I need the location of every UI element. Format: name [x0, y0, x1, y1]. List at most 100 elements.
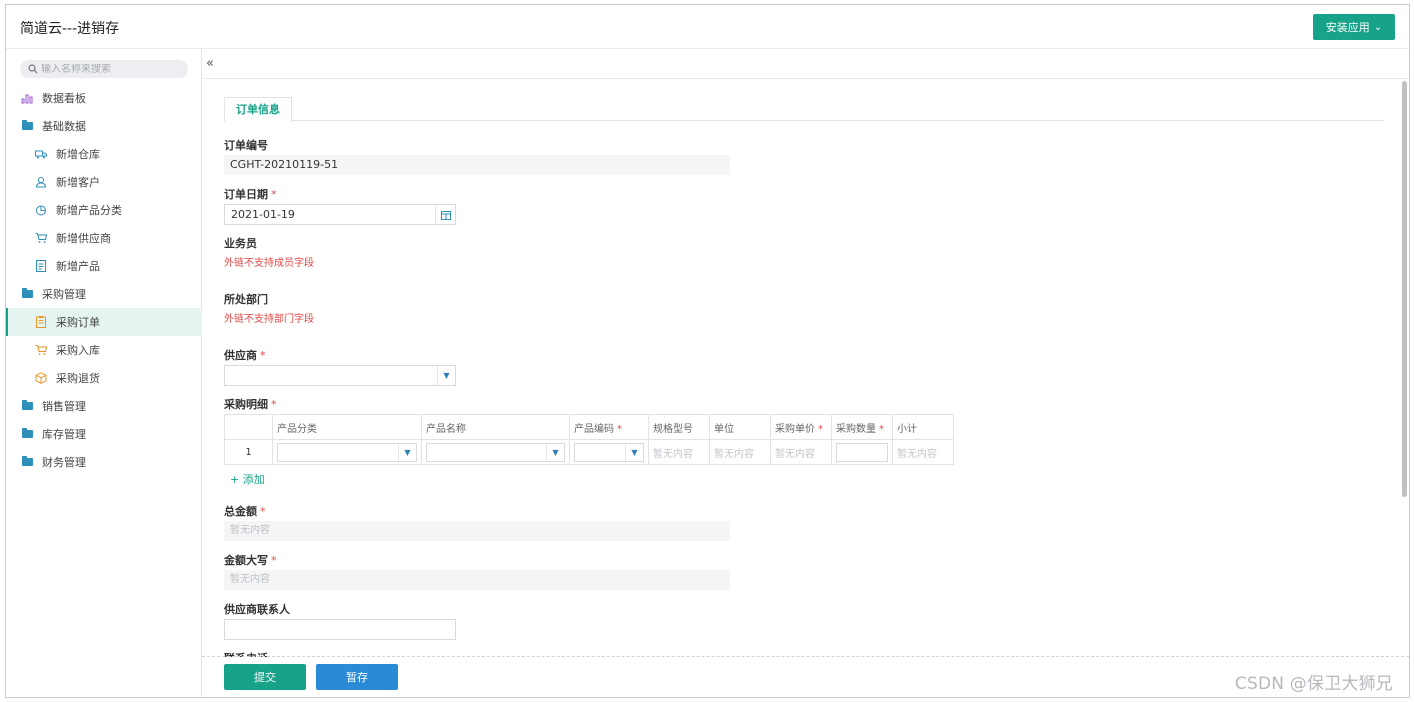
detail-label: 采购明细 * [224, 398, 277, 411]
table-header: 产品编码 * [569, 414, 649, 440]
product-code-select[interactable]: ▼ [574, 442, 644, 462]
collapse-bar: « [202, 49, 1409, 79]
folder-icon [21, 428, 33, 440]
table-header: 小计 [892, 414, 954, 440]
sidebar-item-label: 新增供应商 [56, 232, 111, 245]
search-icon [28, 64, 38, 74]
sidebar-item-label: 销售管理 [42, 400, 86, 413]
truck-icon [35, 148, 47, 160]
product-name-select[interactable]: ▼ [426, 442, 565, 462]
add-row-button[interactable]: + 添加 [230, 471, 265, 487]
unit-price-cell: 暂无内容 [770, 439, 832, 465]
sidebar-item-basic-data[interactable]: 基础数据 [6, 112, 202, 140]
sidebar-menu: 数据看板 基础数据 新增仓库 新增客户 新增产品分类 新增供应商 新增产品 采购… [6, 84, 202, 476]
total-label: 总金额 * [224, 505, 266, 518]
dropdown-arrow-icon: ▼ [437, 366, 455, 385]
sidebar-item-label: 基础数据 [42, 120, 86, 133]
doc-icon [35, 260, 47, 272]
order-no-label: 订单编号 [224, 139, 268, 152]
sidebar-item-dashboard[interactable]: 数据看板 [6, 84, 202, 112]
search-input[interactable] [41, 63, 181, 75]
order-form: 订单信息 订单编号 CGHT-20210119-51 订单日期 * 2021-01… [224, 97, 1384, 658]
box-icon [35, 372, 47, 384]
pie-icon [35, 204, 47, 216]
row-index: 1 [224, 439, 273, 465]
spec-cell: 暂无内容 [648, 439, 710, 465]
product-name-cell: ▼ [421, 439, 570, 465]
table-header-index [224, 414, 273, 440]
sidebar-item-label: 新增产品 [56, 260, 100, 273]
sidebar-item-new-supplier[interactable]: 新增供应商 [6, 224, 202, 252]
folder-icon [21, 400, 33, 412]
folder-icon [21, 120, 33, 132]
sidebar-item-label: 新增客户 [56, 176, 100, 189]
sidebar-item-finance-mgmt[interactable]: 财务管理 [6, 448, 202, 476]
order-date-label: 订单日期 * [224, 188, 277, 201]
app-title: 简道云---进销存 [20, 21, 120, 37]
dropdown-arrow-icon: ▼ [546, 443, 564, 461]
table-header: 产品名称 [421, 414, 570, 440]
contact-input[interactable] [224, 619, 456, 640]
sidebar-item-inventory-mgmt[interactable]: 库存管理 [6, 420, 202, 448]
sidebar-item-label: 采购退货 [56, 372, 100, 385]
dropdown-arrow-icon: ▼ [398, 443, 416, 461]
product-code-cell: ▼ [569, 439, 649, 465]
total-upper-value: 暂无内容 [224, 570, 730, 590]
sidebar-item-purchase-order[interactable]: 采购订单 [6, 308, 202, 336]
sidebar-item-label: 新增仓库 [56, 148, 100, 161]
table-header: 单位 [709, 414, 771, 440]
sidebar-item-label: 财务管理 [42, 456, 86, 469]
total-value: 暂无内容 [224, 521, 730, 541]
sidebar-item-label: 库存管理 [42, 428, 86, 441]
cart-icon [35, 344, 47, 356]
category-select[interactable]: ▼ [277, 442, 417, 462]
sidebar-item-new-warehouse[interactable]: 新增仓库 [6, 140, 202, 168]
dropdown-arrow-icon: ▼ [625, 443, 643, 461]
order-date-input[interactable]: 2021-01-19 [224, 204, 456, 225]
category-cell: ▼ [272, 439, 422, 465]
app-window: 简道云---进销存 安装应用 ⌄ 数据看板 基础数据 新增仓库 [5, 4, 1410, 698]
table-header-row: 产品分类 产品名称 产品编码 * 规格型号 单位 采购单价 * 采购数量 * 小计 [224, 414, 954, 440]
folder-icon [21, 288, 33, 300]
tab-order-info[interactable]: 订单信息 [224, 97, 292, 122]
bar-chart-icon [21, 92, 33, 104]
install-app-button[interactable]: 安装应用 ⌄ [1313, 14, 1395, 40]
collapse-sidebar-icon[interactable]: « [206, 56, 214, 71]
vertical-scrollbar[interactable] [1402, 81, 1407, 497]
form-footer: 提交 暂存 [202, 657, 1409, 697]
quantity-input[interactable] [836, 442, 888, 462]
sidebar-item-new-category[interactable]: 新增产品分类 [6, 196, 202, 224]
sidebar-item-sales-mgmt[interactable]: 销售管理 [6, 392, 202, 420]
sidebar-item-new-product[interactable]: 新增产品 [6, 252, 202, 280]
sidebar-item-label: 新增产品分类 [56, 204, 122, 217]
install-app-label: 安装应用 [1325, 21, 1370, 34]
supplier-label: 供应商 * [224, 349, 266, 362]
quantity-cell [831, 439, 893, 465]
sidebar-item-label: 采购管理 [42, 288, 86, 301]
sidebar-item-purchase-return[interactable]: 采购退货 [6, 364, 202, 392]
sidebar-item-purchase-inbound[interactable]: 采购入库 [6, 336, 202, 364]
salesman-warning: 外链不支持成员字段 [224, 258, 314, 269]
sidebar-item-label: 采购订单 [56, 316, 100, 329]
user-icon [35, 176, 47, 188]
unit-cell: 暂无内容 [709, 439, 771, 465]
sidebar-item-purchase-mgmt[interactable]: 采购管理 [6, 280, 202, 308]
supplier-select[interactable]: ▼ [224, 365, 456, 386]
subtotal-cell: 暂无内容 [892, 439, 954, 465]
save-draft-button[interactable]: 暂存 [316, 664, 398, 690]
detail-table: 产品分类 产品名称 产品编码 * 规格型号 单位 采购单价 * 采购数量 * 小计 1… [224, 414, 954, 465]
order-icon [35, 316, 47, 328]
watermark: CSDN @保卫大狮兄 [1234, 674, 1393, 694]
contact-label: 供应商联系人 [224, 603, 290, 616]
order-no-value: CGHT-20210119-51 [224, 155, 730, 175]
submit-button[interactable]: 提交 [224, 664, 306, 690]
main-content: « 订单信息 订单编号 CGHT-20210119-51 订单日期 * 2021-… [202, 49, 1409, 697]
table-header: 采购数量 * [831, 414, 893, 440]
total-upper-label: 金额大写 * [224, 554, 277, 567]
calendar-icon[interactable] [435, 205, 455, 224]
form-tabs: 订单信息 [224, 97, 1384, 122]
sidebar-search[interactable] [20, 60, 188, 78]
table-header: 产品分类 [272, 414, 422, 440]
sidebar-item-new-customer[interactable]: 新增客户 [6, 168, 202, 196]
cart-icon [35, 232, 47, 244]
